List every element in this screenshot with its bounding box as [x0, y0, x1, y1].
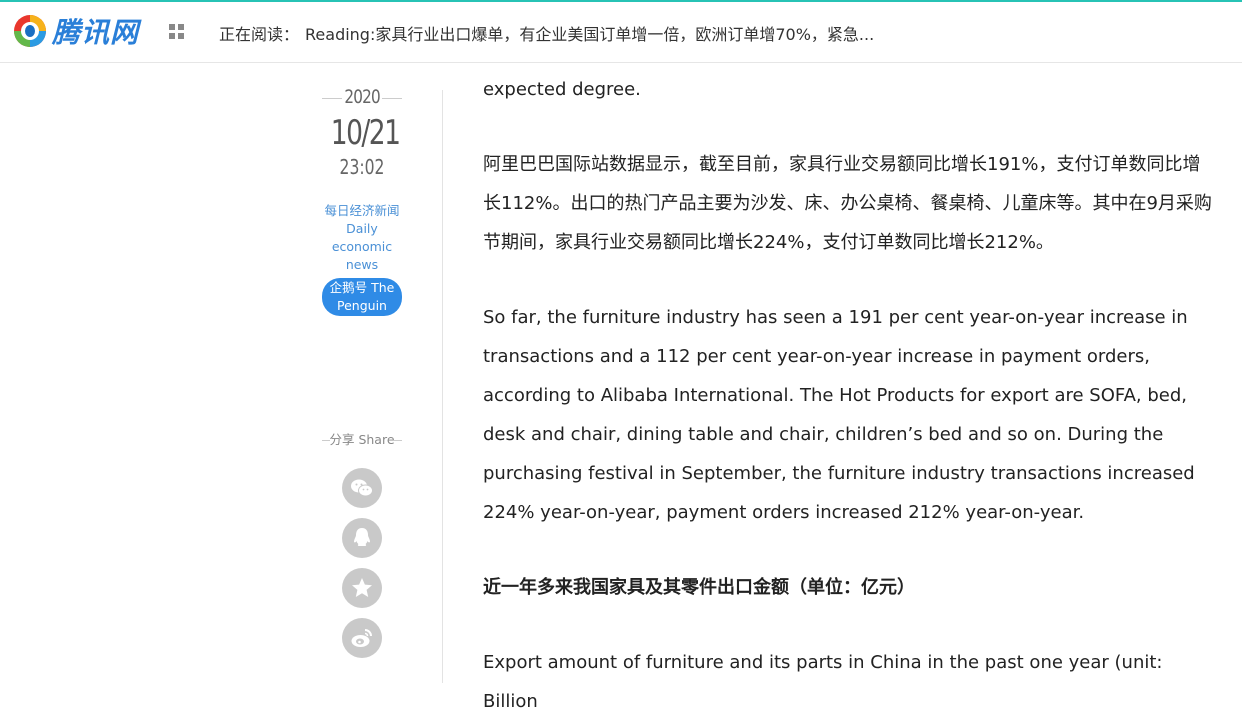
article-meta: 2020 10/21 23:02 每日经济新闻 Daily economic n…: [322, 86, 402, 316]
article-body: expected degree. 阿里巴巴国际站数据显示，截至目前，家具行业交易…: [483, 70, 1213, 721]
badge-line-1: 企鹅号 The: [329, 280, 395, 295]
badge-line-2: Penguin: [337, 298, 387, 313]
source-name-en-3: news: [345, 257, 379, 272]
source-name-cn: 每日经济新闻: [324, 203, 400, 218]
source-link[interactable]: 每日经济新闻 Daily economic news: [322, 202, 402, 274]
share-rule-right: [394, 440, 402, 441]
source-name-en-1: Daily: [346, 221, 378, 236]
weibo-icon: [351, 629, 372, 647]
share-rule-left: [322, 440, 330, 441]
reading-now-label: 正在阅读：: [219, 25, 300, 44]
publish-date: 10/21: [330, 113, 401, 153]
logo-text: 腾讯网: [52, 16, 140, 49]
content-divider: [442, 90, 443, 683]
share-wechat-button[interactable]: [342, 468, 382, 508]
share-favorite-button[interactable]: [342, 568, 382, 608]
share-weibo-button[interactable]: [342, 618, 382, 658]
wechat-icon: [351, 479, 373, 497]
article-paragraph-en: So far, the furniture industry has seen …: [483, 307, 1195, 523]
share-qq-button[interactable]: [342, 518, 382, 558]
article-subheading: 近一年多来我国家具及其零件出口金额（单位：亿元）: [483, 577, 915, 598]
year-rule-right: [382, 98, 402, 99]
share-title-row: 分享 Share: [322, 430, 402, 450]
article-paragraph-cn: 阿里巴巴国际站数据显示，截至目前，家具行业交易额同比增长191%，支付订单数同比…: [483, 154, 1212, 253]
qq-icon: [354, 528, 370, 546]
publish-year: 2020: [344, 86, 380, 108]
tencent-logo-icon: [14, 15, 46, 47]
grid-menu-icon[interactable]: [169, 24, 185, 40]
reading-now-bar: 正在阅读： Reading:家具行业出口爆单，有企业美国订单增一倍，欧洲订单增70…: [219, 21, 879, 45]
reading-now-title[interactable]: Reading:家具行业出口爆单，有企业美国订单增一倍，欧洲订单增70%，紧急.…: [305, 25, 874, 44]
article-paragraph: expected degree.: [483, 79, 641, 100]
publish-time: 23:02: [339, 155, 385, 179]
year-rule-left: [322, 98, 342, 99]
share-title: 分享 Share: [329, 432, 395, 447]
source-name-en-2: economic: [331, 239, 393, 254]
favorite-icon: [352, 578, 372, 597]
site-header: 腾讯网 正在阅读： Reading:家具行业出口爆单，有企业美国订单增一倍，欧洲订…: [0, 2, 1242, 63]
penguin-account-badge[interactable]: 企鹅号 The Penguin: [322, 278, 402, 316]
site-logo[interactable]: 腾讯网: [12, 11, 139, 51]
article-paragraph-en-2: Export amount of furniture and its parts…: [483, 652, 1163, 712]
share-panel: 分享 Share: [322, 430, 402, 658]
publish-year-row: 2020: [322, 86, 402, 110]
